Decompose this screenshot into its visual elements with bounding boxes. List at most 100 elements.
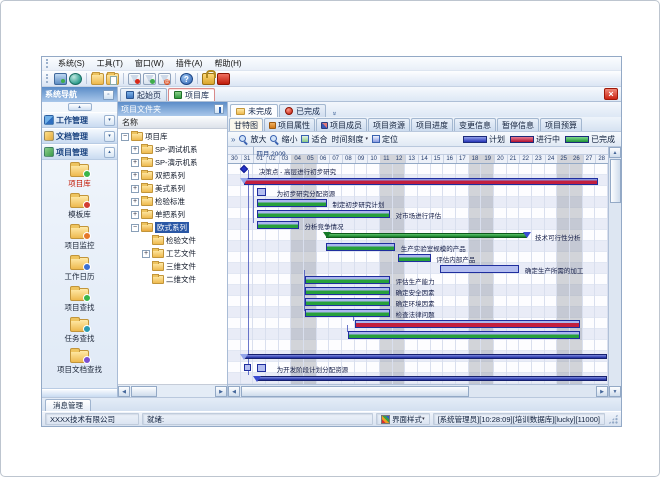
scroll-down-button[interactable]: ▼: [609, 386, 621, 397]
scrollbar-thumb[interactable]: [241, 386, 469, 397]
scrollbar-thumb[interactable]: [610, 159, 621, 203]
menu-plugins[interactable]: 插件(A): [170, 57, 209, 70]
group-dropdown-button[interactable]: ▾: [104, 131, 115, 142]
pin-icon[interactable]: [214, 104, 224, 114]
gantt-bar-development-plan-summary[interactable]: [257, 376, 607, 381]
sidebar-item-work-calendar[interactable]: 工作日历: [42, 257, 117, 288]
sidebar-options-button[interactable]: ▫: [103, 90, 114, 100]
tree-horizontal-scrollbar[interactable]: ◀ ▶: [118, 384, 227, 397]
tab-project-properties[interactable]: 项目属性: [264, 118, 315, 131]
help-icon[interactable]: ?: [180, 73, 193, 85]
gantt-horizontal-scrollbar[interactable]: ◀ ▶: [228, 384, 608, 397]
toolbar-overflow-chevron-icon[interactable]: »: [231, 135, 235, 144]
tab-project-members[interactable]: 项目成员: [316, 118, 367, 131]
expand-expander-icon[interactable]: +: [131, 185, 139, 193]
scroll-right-button[interactable]: ▶: [596, 386, 608, 397]
menu-system[interactable]: 系统(S): [52, 57, 91, 70]
scroll-up-button[interactable]: ▲: [609, 147, 621, 158]
gantt-bar-tech-feasibility-summary[interactable]: [326, 233, 527, 238]
expand-expander-icon[interactable]: +: [131, 159, 139, 167]
tab-overflow-chevron-icon[interactable]: »: [330, 112, 337, 116]
menu-tools[interactable]: 工具(T): [91, 57, 129, 70]
resize-grip[interactable]: [608, 414, 618, 424]
gantt-vertical-scrollbar[interactable]: ▲ ▼: [608, 147, 621, 397]
mail-at-icon[interactable]: [158, 73, 171, 85]
gantt-bar-evaluate-internal-product[interactable]: [398, 254, 431, 262]
sidebar-item-project-document-search[interactable]: 项目文档查找: [42, 350, 117, 381]
gantt-bar-development-phase-summary[interactable]: [244, 354, 606, 359]
gantt-bar-evaluate-market[interactable]: [257, 210, 390, 218]
scroll-left-button[interactable]: ◀: [118, 386, 130, 397]
tab-project-resources[interactable]: 项目资源: [368, 118, 410, 131]
scrollbar-thumb[interactable]: [131, 386, 157, 397]
tree-node-process-files[interactable]: + 工艺文件: [118, 247, 227, 260]
tree-node-sp-debug-series[interactable]: + SP-调试机系: [118, 143, 227, 156]
expand-expander-icon[interactable]: +: [131, 198, 139, 206]
tab-project-library[interactable]: 项目库: [168, 88, 215, 101]
gantt-bar-produce-lab-scale-product[interactable]: [326, 243, 396, 251]
gantt-bar-phase-summary-inprogress[interactable]: [244, 178, 597, 185]
tab-start-page[interactable]: 起始页: [120, 88, 167, 101]
mail-read-icon[interactable]: [143, 73, 156, 85]
zoom-in-button[interactable]: 放大: [239, 134, 266, 145]
menu-help[interactable]: 帮助(H): [208, 57, 247, 70]
open-folder-icon[interactable]: [91, 73, 104, 85]
tree-node-sp-demo-series[interactable]: + SP-演示机系: [118, 156, 227, 169]
locate-button[interactable]: 定位: [372, 134, 398, 145]
scroll-left-button[interactable]: ◀: [228, 386, 240, 397]
scroll-right-button[interactable]: ▶: [215, 386, 227, 397]
close-tab-button[interactable]: ×: [604, 88, 618, 100]
gantt-bar-completed-long-task[interactable]: [348, 331, 580, 339]
folder-document-icon[interactable]: [106, 73, 119, 85]
menu-window[interactable]: 窗口(W): [129, 57, 170, 70]
gantt-bar-determine-required-processing[interactable]: [440, 265, 520, 273]
zoom-out-button[interactable]: 缩小: [270, 134, 297, 145]
tree-node-3d-files[interactable]: 三维文件: [118, 260, 227, 273]
sidebar-item-project-search[interactable]: 项目查找: [42, 288, 117, 319]
drag-handle[interactable]: [46, 74, 49, 83]
tree-node-american-series[interactable]: + 美式系列: [118, 182, 227, 195]
expand-expander-icon[interactable]: +: [142, 250, 150, 258]
collapse-expander-icon[interactable]: −: [121, 133, 129, 141]
gantt-bar-analyze-competition[interactable]: [257, 221, 299, 229]
lock-icon[interactable]: [202, 73, 215, 85]
power-icon[interactable]: [217, 73, 230, 85]
gantt-bar-make-initial-research-plan[interactable]: [257, 199, 327, 207]
tab-gantt-chart[interactable]: 甘特图: [229, 118, 263, 131]
collapse-expander-icon[interactable]: −: [131, 224, 139, 232]
ui-style-dropdown[interactable]: 界面样式 ▾: [376, 413, 430, 425]
globe-icon[interactable]: [69, 73, 82, 85]
tab-finished[interactable]: 已完成: [279, 104, 326, 117]
tab-project-budget[interactable]: 项目预算: [540, 118, 582, 131]
tab-unfinished[interactable]: 未完成: [230, 104, 278, 117]
expand-expander-icon[interactable]: +: [131, 172, 139, 180]
sidebar-item-project-monitor[interactable]: 项目监控: [42, 226, 117, 257]
gantt-bar-evaluate-production-capacity[interactable]: [305, 276, 390, 284]
sidebar-item-project-library[interactable]: 项目库: [42, 164, 117, 195]
gantt-bar-determine-safety-factors[interactable]: [305, 287, 390, 295]
tree-node-inspection-files[interactable]: 检验文件: [118, 234, 227, 247]
tree-node-project-library[interactable]: − 项目库: [118, 130, 227, 143]
tree-node-inspection-standards[interactable]: + 检验标准: [118, 195, 227, 208]
group-dropdown-button[interactable]: ▾: [104, 115, 115, 126]
tab-pause-info[interactable]: 暂停信息: [497, 118, 539, 131]
collapse-button[interactable]: ▴: [68, 103, 92, 111]
fit-button[interactable]: 适合: [301, 134, 327, 145]
drag-handle[interactable]: [46, 59, 49, 68]
gantt-chart-body[interactable]: 决策点 - 高层进行初步研究为初步研究分配资源制定初步研究计划对市场进行评估分析…: [228, 164, 608, 384]
sidebar-item-template-library[interactable]: 模板库: [42, 195, 117, 226]
mail-alert-icon[interactable]: [128, 73, 141, 85]
gantt-bar-assign-initial-research-resources[interactable]: [257, 188, 266, 196]
tree-node-double-handle-series[interactable]: + 双把系列: [118, 169, 227, 182]
sidebar-group-work[interactable]: 工作管理 ▾: [42, 112, 117, 128]
tab-project-progress[interactable]: 项目进度: [411, 118, 453, 131]
sidebar-group-document[interactable]: 文档管理 ▾: [42, 128, 117, 144]
tab-change-info[interactable]: 变更信息: [454, 118, 496, 131]
tab-message-management[interactable]: 消息管理: [45, 399, 91, 411]
tree-column-header[interactable]: 名称: [118, 116, 227, 129]
gantt-bar-inprogress-long-task[interactable]: [355, 320, 580, 328]
sidebar-group-project[interactable]: 项目管理 ▴: [42, 144, 117, 160]
time-scale-dropdown[interactable]: 时间刻度 ▾: [331, 134, 368, 145]
sidebar-item-task-search[interactable]: 任务查找: [42, 319, 117, 350]
group-dropdown-button[interactable]: ▴: [104, 147, 115, 158]
